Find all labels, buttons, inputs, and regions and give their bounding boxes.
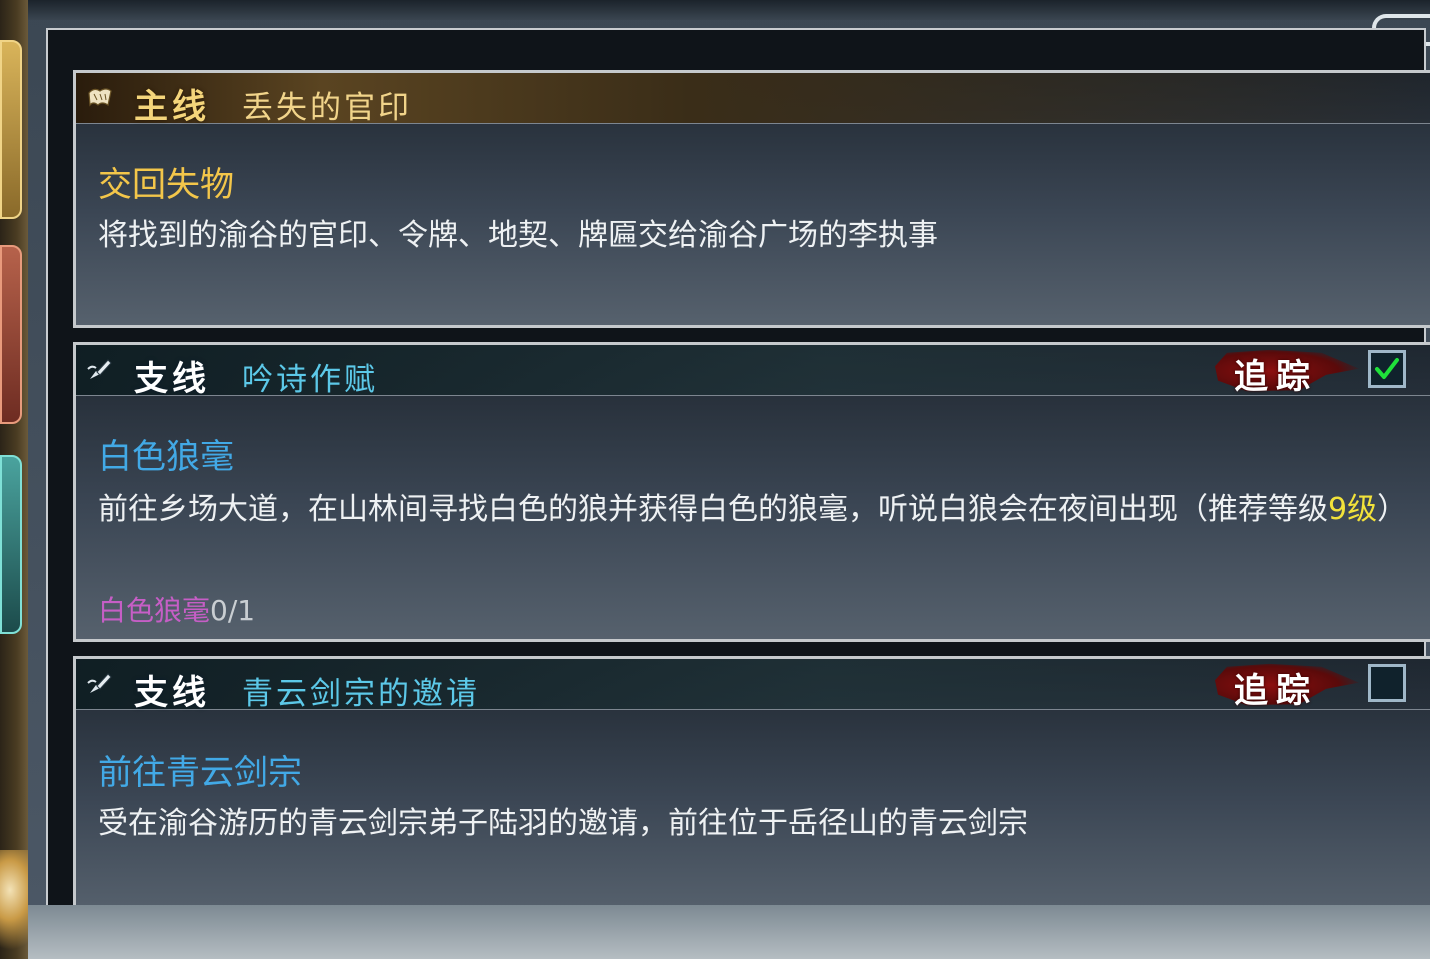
track-checkbox[interactable] [1368, 664, 1406, 702]
quest-description: 受在渝谷游历的青云剑宗弟子陆羽的邀请，前往位于岳径山的青云剑宗 [98, 806, 1028, 841]
quest-panel: 主线 丢失的官印 交回失物 将找到的渝谷的官印、令牌、地契、牌匾交给渝谷广场的李… [28, 0, 1430, 959]
quest-type-label: 主线 [134, 87, 210, 127]
left-side-rail [0, 0, 50, 959]
quest-description: 将找到的渝谷的官印、令牌、地契、牌匾交给渝谷广场的李执事 [98, 218, 938, 253]
quest-header: 主线 丢失的官印 [76, 73, 1430, 127]
quest-objective-title: 交回失物 [98, 165, 234, 205]
quest-objective-title: 前往青云剑宗 [98, 753, 302, 793]
checkmark-icon [1375, 358, 1399, 379]
description-close: ） [1377, 492, 1408, 527]
quest-progress: 白色狼毫0/1 [98, 589, 255, 629]
track-label: 追踪 [1234, 671, 1318, 711]
progress-count: 0/1 [210, 594, 256, 627]
quest-card-side-1[interactable]: 支线 吟诗作赋 追踪 白色狼毫 前往乡场大道，在山林间寻找白色的狼并获得白色的狼… [73, 342, 1430, 642]
panel-top-bar [28, 0, 1430, 20]
quest-type-label: 支线 [134, 673, 210, 713]
quest-card-main[interactable]: 主线 丢失的官印 交回失物 将找到的渝谷的官印、令牌、地契、牌匾交给渝谷广场的李… [73, 70, 1430, 328]
quest-card-side-2[interactable]: 支线 青云剑宗的邀请 追踪 前往青云剑宗 受在渝谷游历的青云剑宗弟子陆羽的邀请，… [73, 656, 1430, 916]
brush-icon [87, 359, 112, 379]
quest-header: 支线 青云剑宗的邀请 追踪 [76, 659, 1430, 713]
panel-bottom-strip [28, 905, 1430, 959]
quest-name: 丢失的官印 [242, 90, 412, 126]
side-tab-secondary[interactable] [0, 245, 22, 424]
side-tab-tertiary[interactable] [0, 455, 22, 634]
quest-list-container[interactable]: 主线 丢失的官印 交回失物 将找到的渝谷的官印、令牌、地契、牌匾交给渝谷广场的李… [46, 28, 1430, 916]
quest-objective-title: 白色狼毫 [98, 437, 234, 477]
brush-icon [87, 673, 112, 693]
track-checkbox[interactable] [1368, 350, 1406, 388]
description-text: 前往乡场大道，在山林间寻找白色的狼并获得白色的狼毫，听说白狼会在夜间出现（推荐等… [98, 492, 1328, 527]
track-label: 追踪 [1234, 357, 1318, 397]
progress-item-name: 白色狼毫 [98, 594, 211, 627]
quest-name: 吟诗作赋 [242, 362, 378, 398]
quest-header: 支线 吟诗作赋 追踪 [76, 345, 1430, 399]
scroll-icon [88, 88, 112, 107]
recommended-level: 9级 [1328, 492, 1378, 527]
quest-name: 青云剑宗的邀请 [242, 676, 480, 712]
quest-description: 前往乡场大道，在山林间寻找白色的狼并获得白色的狼毫，听说白狼会在夜间出现（推荐等… [98, 489, 1418, 531]
quest-type-label: 支线 [134, 359, 210, 399]
side-tab-main[interactable] [0, 40, 22, 219]
